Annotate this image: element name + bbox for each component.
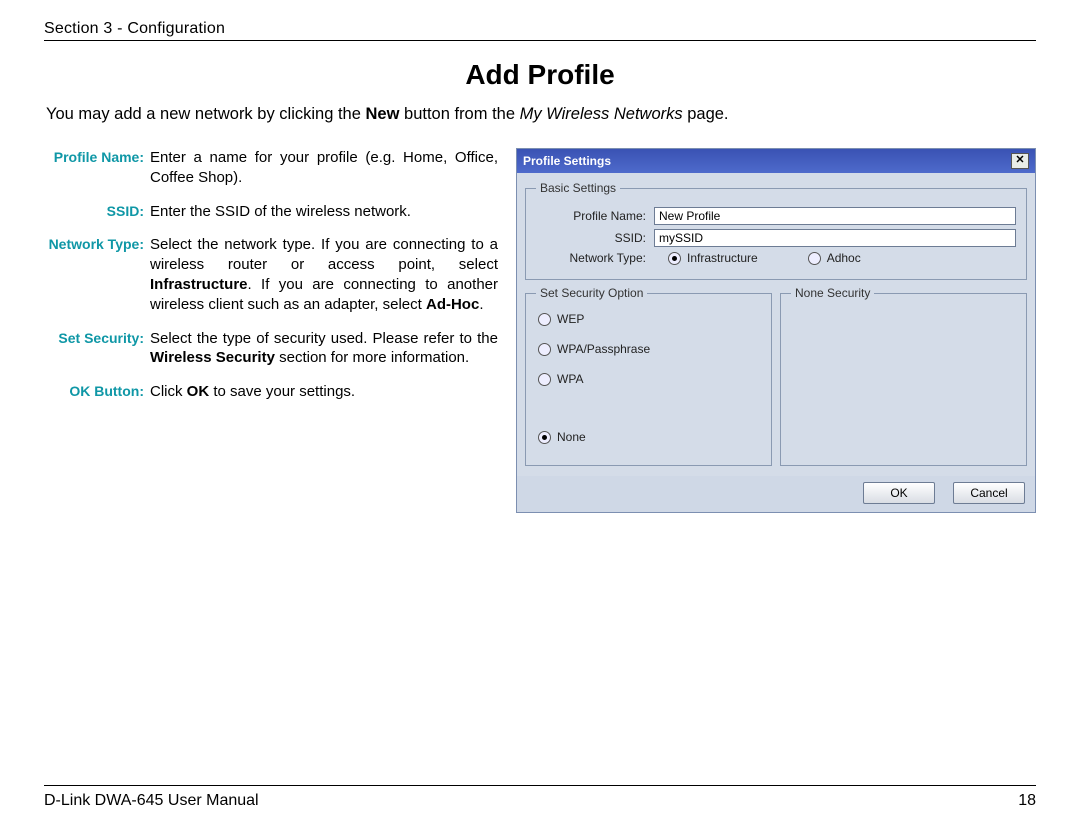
radio-security-option[interactable]: WEP: [538, 312, 759, 326]
close-icon[interactable]: ✕: [1011, 153, 1029, 169]
page-title: Add Profile: [44, 59, 1036, 91]
def-desc: Enter a name for your profile (e.g. Home…: [150, 148, 498, 188]
none-security-legend: None Security: [791, 286, 874, 300]
radio-dot-icon: [538, 313, 551, 326]
security-option-fieldset: Set Security Option WEP WPA/Passphrase WPA…: [525, 286, 772, 466]
page-footer: D-Link DWA-645 User Manual 18: [44, 785, 1036, 810]
intro-ital: My Wireless Networks: [520, 105, 683, 123]
dialog-titlebar: Profile Settings ✕: [517, 149, 1035, 173]
network-type-label: Network Type:: [536, 251, 654, 265]
def-term: OK Button:: [44, 382, 150, 402]
intro-paragraph: You may add a new network by clicking th…: [46, 105, 1036, 124]
radio-adhoc[interactable]: Adhoc: [808, 251, 861, 265]
security-legend: Set Security Option: [536, 286, 647, 300]
definitions-column: Profile Name:Enter a name for your profi…: [44, 148, 498, 416]
intro-post: page.: [683, 105, 729, 123]
radio-dot-icon: [538, 343, 551, 356]
def-term: Network Type:: [44, 235, 150, 314]
ok-button[interactable]: OK: [863, 482, 935, 504]
def-desc: Enter the SSID of the wireless network.: [150, 202, 498, 222]
ssid-label: SSID:: [536, 231, 654, 245]
ssid-input[interactable]: [654, 229, 1016, 247]
def-desc: Select the network type. If you are conn…: [150, 235, 498, 314]
radio-dot-icon: [538, 431, 551, 444]
profile-settings-dialog: Profile Settings ✕ Basic Settings Profil…: [516, 148, 1036, 513]
profile-name-input[interactable]: [654, 207, 1016, 225]
intro-pre: You may add a new network by clicking th…: [46, 105, 366, 123]
def-desc: Select the type of security used. Please…: [150, 329, 498, 369]
radio-infrastructure[interactable]: Infrastructure: [668, 251, 758, 265]
def-term: Profile Name:: [44, 148, 150, 188]
basic-settings-legend: Basic Settings: [536, 181, 620, 195]
radio-security-option[interactable]: WPA/Passphrase: [538, 342, 759, 356]
footer-left: D-Link DWA-645 User Manual: [44, 792, 259, 810]
radio-security-option[interactable]: None: [538, 430, 759, 444]
dialog-title-text: Profile Settings: [523, 154, 611, 168]
footer-right: 18: [1018, 792, 1036, 810]
def-term: SSID:: [44, 202, 150, 222]
radio-dot-icon: [668, 252, 681, 265]
intro-bold: New: [366, 105, 400, 123]
basic-settings-fieldset: Basic Settings Profile Name: SSID: Netwo…: [525, 181, 1027, 280]
def-desc: Click OK to save your settings.: [150, 382, 498, 402]
cancel-button[interactable]: Cancel: [953, 482, 1025, 504]
none-security-fieldset: None Security: [780, 286, 1027, 466]
intro-mid: button from the: [399, 105, 519, 123]
radio-security-option[interactable]: WPA: [538, 372, 759, 386]
def-term: Set Security:: [44, 329, 150, 369]
radio-dot-icon: [538, 373, 551, 386]
profile-name-label: Profile Name:: [536, 209, 654, 223]
radio-dot-icon: [808, 252, 821, 265]
section-header: Section 3 - Configuration: [44, 20, 1036, 41]
